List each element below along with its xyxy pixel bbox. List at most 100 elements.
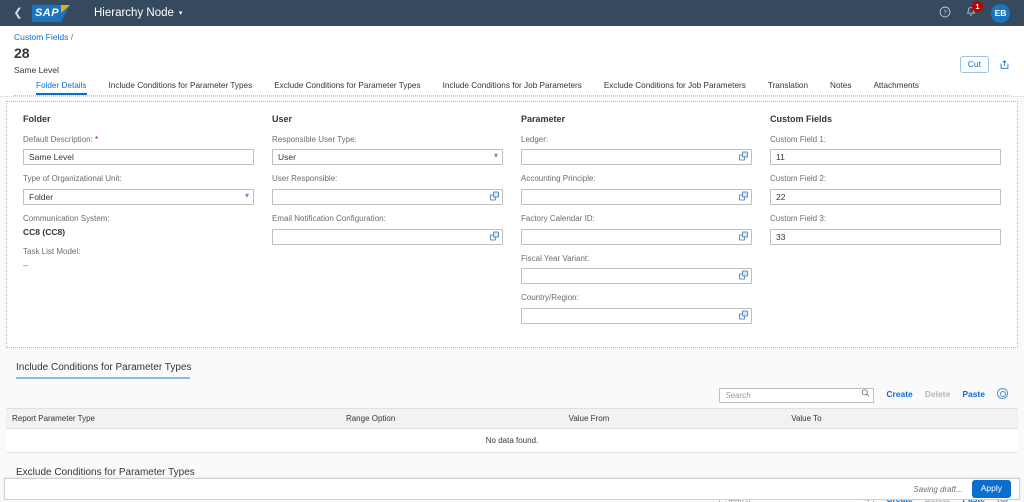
shell-bar: ❮ SAP Hierarchy Node ▾ ? 1 EB [0,0,1024,26]
share-icon[interactable] [999,59,1010,70]
factory-calendar-id-input[interactable] [521,228,752,245]
sap-logo[interactable]: SAP [32,4,70,22]
field-responsible-user-type: Responsible User Type: ▾ [272,135,503,166]
label-default-description: Default Description: * [23,135,254,145]
value-help-icon[interactable] [739,270,748,280]
cut-button[interactable]: Cut [959,56,989,74]
app-title-menu[interactable]: Hierarchy Node ▾ [94,7,182,19]
chevron-down-icon: ▾ [178,10,183,17]
group-title-parameter: Parameter [521,113,566,124]
group-title-user: User [272,113,293,124]
breadcrumb-link[interactable]: Custom Fields [14,32,68,42]
input-wrapper [272,227,503,245]
fiscal-year-variant-input[interactable] [521,268,752,285]
table-empty-row: No data found. [6,428,1018,453]
apply-button[interactable]: Apply [971,480,1011,498]
user-responsible-input[interactable] [272,188,503,205]
tab-exclude-conditions-parameter-types[interactable]: Exclude Conditions for Parameter Types [263,81,431,95]
column-value-to[interactable]: Value To [785,407,1018,429]
logo-tail-accent [61,4,70,13]
back-icon[interactable]: ❮ [8,7,28,19]
app-page: ❮ SAP Hierarchy Node ▾ ? 1 EB Custom Fie… [0,0,1024,502]
responsible-user-type-select[interactable] [272,149,503,166]
logo-text: SAP [34,7,60,19]
avatar[interactable]: EB [991,3,1010,23]
field-user-responsible: User Responsible: [272,174,503,205]
input-wrapper [23,147,254,166]
chevron-down-icon[interactable]: ▾ [245,191,249,200]
label-text: Default Description: [23,134,93,144]
table-header-row: Report Parameter Type Range Option Value… [6,407,1018,429]
include-paste-button[interactable]: Paste [962,389,985,399]
value-help-icon[interactable] [739,191,748,201]
tab-include-conditions-parameter-types[interactable]: Include Conditions for Parameter Types [98,81,264,95]
tab-attachments[interactable]: Attachments [862,81,930,95]
column-report-parameter-type[interactable]: Report Parameter Type [6,407,340,429]
notifications-icon[interactable]: 1 [965,1,983,20]
footer-bar: Saving draft... Apply [4,478,1020,500]
custom-field-3-input[interactable] [770,228,1001,245]
include-conditions-title: Include Conditions for Parameter Types [6,358,1018,379]
include-delete-button: Delete [924,388,951,399]
label-fiscal-year-variant: Fiscal Year Variant: [521,253,590,263]
input-wrapper [770,147,1001,166]
tab-folder-details[interactable]: Folder Details [28,81,98,95]
input-wrapper [521,147,752,166]
default-description-input[interactable] [23,149,254,166]
search-icon [861,388,870,399]
page-title: 28 [14,45,30,61]
input-wrapper [521,306,752,324]
tab-translation[interactable]: Translation [757,81,819,95]
input-wrapper [770,187,1001,205]
field-ledger: Ledger: [521,135,752,166]
communication-system-value: CC8 (CC8) [23,226,66,237]
value-help-icon[interactable] [490,191,499,201]
object-page-header: Custom Fields / 28 Same Level Cut Folder… [0,26,1024,97]
group-title-custom-fields: Custom Fields [770,113,833,124]
include-search-box [719,385,875,403]
breadcrumb[interactable]: Custom Fields / [14,32,1010,42]
tab-notes[interactable]: Notes [819,81,862,95]
value-help-icon[interactable] [739,231,748,241]
page-subtitle: Same Level [14,64,59,75]
column-value-from[interactable]: Value From [562,407,786,429]
app-title: Hierarchy Node [94,7,174,19]
tab-include-conditions-job-parameters[interactable]: Include Conditions for Job Parameters [432,81,593,95]
include-search-input[interactable] [719,387,875,403]
value-help-icon[interactable] [490,231,499,241]
accounting-principle-input[interactable] [521,188,752,205]
tab-bar: Folder Details Include Conditions for Pa… [14,74,1010,96]
label-email-notification: Email Notification Configuration: [272,213,386,223]
column-range-option[interactable]: Range Option [339,407,563,429]
field-custom-field-1: Custom Field 1: [770,135,1001,166]
label-custom-field-1: Custom Field 1: [770,134,827,144]
field-communication-system: Communication System: CC8 (CC8) [23,214,254,238]
value-help-icon[interactable] [739,151,748,161]
label-task-list-model: Task List Model: [23,247,81,257]
value-help-icon[interactable] [739,310,748,320]
draft-status: Saving draft... [913,484,963,494]
gear-icon[interactable] [997,388,1008,400]
custom-field-2-input[interactable] [770,188,1001,205]
input-wrapper [521,227,752,245]
field-task-list-model: Task List Model: – [23,247,254,271]
label-ledger: Ledger: [521,134,549,144]
tab-exclude-conditions-job-parameters[interactable]: Exclude Conditions for Job Parameters [593,81,757,95]
include-conditions-section: Include Conditions for Parameter Types C… [0,358,1024,453]
ledger-input[interactable] [521,149,752,166]
label-custom-field-3: Custom Field 3: [770,213,827,223]
input-wrapper: ▾ [23,187,254,205]
help-icon[interactable]: ? [939,6,951,20]
email-notification-input[interactable] [272,228,503,245]
label-responsible-user-type: Responsible User Type: [272,134,357,144]
custom-field-1-input[interactable] [770,149,1001,166]
label-communication-system: Communication System: [23,213,110,223]
chevron-down-icon[interactable]: ▾ [494,152,498,160]
label-user-responsible: User Responsible: [272,174,338,184]
org-unit-type-select[interactable] [23,188,254,205]
field-country-region: Country/Region: [521,293,752,324]
country-region-input[interactable] [521,307,752,324]
group-title-folder: Folder [23,113,51,124]
field-custom-field-3: Custom Field 3: [770,214,1001,245]
include-create-button[interactable]: Create [886,389,912,399]
